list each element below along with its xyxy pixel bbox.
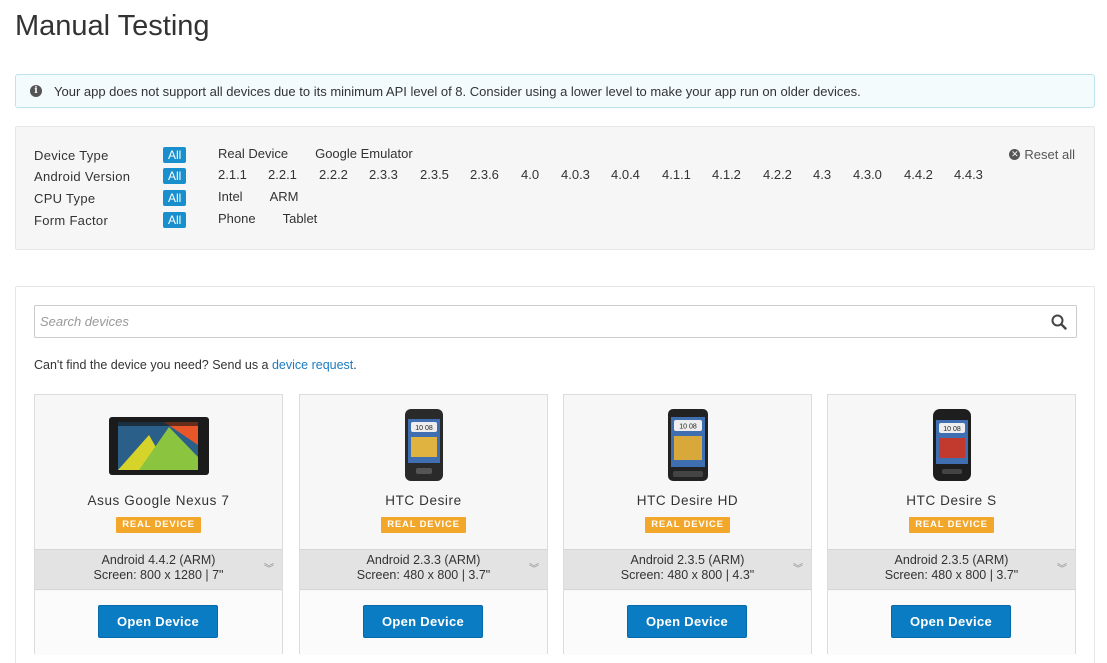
real-device-badge: REAL DEVICE [381,517,466,533]
filter-row-android-version: Android Version All [34,166,187,186]
reset-all-label: Reset all [1024,147,1075,162]
chevron-double-down-icon: ︾ [529,564,539,575]
filter-label: Form Factor [34,212,109,228]
filter-option-tablet[interactable]: Tablet [283,211,318,226]
svg-text:10 08: 10 08 [943,426,961,433]
device-image: 10 08 [300,409,547,481]
svg-text:10 08: 10 08 [679,424,697,431]
filter-row-device-type: Device Type All [34,145,187,165]
filter-option-version[interactable]: 4.1.1 [662,167,691,182]
open-device-button[interactable]: Open Device [891,605,1011,638]
device-spec[interactable]: Android 4.4.2 (ARM) Screen: 800 x 1280 |… [35,549,282,590]
device-image: 10 08 [564,409,811,481]
filter-all-device-type[interactable]: All [163,147,187,163]
filter-option-version[interactable]: 4.0.3 [561,167,590,182]
filter-label: Device Type [34,147,109,163]
filter-option-version[interactable]: 2.1.1 [218,167,247,182]
real-device-badge: REAL DEVICE [645,517,730,533]
device-card: Asus Google Nexus 7 REAL DEVICE Android … [34,394,283,655]
filter-option-version[interactable]: 4.2.2 [763,167,792,182]
filter-option-phone[interactable]: Phone [218,211,256,226]
search-box [34,305,1077,338]
filter-option-intel[interactable]: Intel [218,189,243,204]
open-device-button[interactable]: Open Device [98,605,218,638]
filter-option-real-device[interactable]: Real Device [218,146,288,161]
device-image: 10 08 [828,409,1075,481]
device-type-options: Real Device Google Emulator [218,146,413,161]
cpu-type-options: Intel ARM [218,189,298,204]
filter-label: Android Version [34,168,131,184]
chevron-double-down-icon: ︾ [793,564,803,575]
filter-option-version[interactable]: 2.2.1 [268,167,297,182]
filter-all-android-version[interactable]: All [163,168,187,184]
filter-option-version[interactable]: 4.4.3 [954,167,983,182]
filter-all-form-factor[interactable]: All [163,212,187,228]
open-device-button[interactable]: Open Device [627,605,747,638]
device-footer: Open Device [300,591,547,655]
device-footer: Open Device [828,591,1075,655]
device-request-line: Can't find the device you need? Send us … [34,358,357,372]
request-prefix: Can't find the device you need? Send us … [34,358,272,372]
chevron-double-down-icon: ︾ [1057,564,1067,575]
filter-row-form-factor: Form Factor All [34,210,187,230]
device-screen: Screen: 480 x 800 | 3.7" [884,568,1019,582]
device-os: Android 4.4.2 (ARM) [101,553,216,567]
device-screen: Screen: 800 x 1280 | 7" [93,568,224,582]
device-os: Android 2.3.3 (ARM) [366,553,481,567]
reset-all-button[interactable]: ✕ Reset all [1009,147,1075,162]
device-footer: Open Device [35,591,282,655]
device-name: Asus Google Nexus 7 [87,493,230,508]
svg-text:10 08: 10 08 [415,425,433,432]
search-input[interactable] [35,306,1042,337]
filter-option-version[interactable]: 4.4.2 [904,167,933,182]
alert-text: Your app does not support all devices du… [54,83,861,99]
filter-option-version[interactable]: 2.3.5 [420,167,449,182]
device-spec[interactable]: Android 2.3.5 (ARM) Screen: 480 x 800 | … [828,549,1075,590]
device-name: HTC Desire S [906,493,997,508]
filter-option-arm[interactable]: ARM [270,189,299,204]
device-spec[interactable]: Android 2.3.5 (ARM) Screen: 480 x 800 | … [564,549,811,590]
devices-panel: Can't find the device you need? Send us … [15,286,1095,663]
device-screen: Screen: 480 x 800 | 4.3" [620,568,755,582]
device-spec[interactable]: Android 2.3.3 (ARM) Screen: 480 x 800 | … [300,549,547,590]
filter-option-version[interactable]: 4.3.0 [853,167,882,182]
open-device-button[interactable]: Open Device [363,605,483,638]
filter-option-version[interactable]: 4.1.2 [712,167,741,182]
device-image [35,409,282,481]
close-circle-icon: ✕ [1009,149,1021,160]
device-screen: Screen: 480 x 800 | 3.7" [356,568,491,582]
filter-option-version[interactable]: 4.3 [813,167,831,182]
real-device-badge: REAL DEVICE [116,517,201,533]
page-title: Manual Testing [15,10,210,42]
filter-option-version[interactable]: 2.2.2 [319,167,348,182]
device-footer: Open Device [564,591,811,655]
device-request-link[interactable]: device request [272,358,353,372]
filter-panel: Device Type All Real Device Google Emula… [15,126,1095,250]
search-icon[interactable] [1042,306,1076,337]
real-device-badge: REAL DEVICE [909,517,994,533]
device-name: HTC Desire [385,493,462,508]
filter-option-google-emulator[interactable]: Google Emulator [315,146,413,161]
device-card: 10 08 HTC Desire REAL DEVICE Android 2.3… [299,394,548,655]
chevron-double-down-icon: ︾ [264,564,274,575]
filter-option-version[interactable]: 2.3.6 [470,167,499,182]
device-card: 10 08 HTC Desire S REAL DEVICE Android 2… [827,394,1076,655]
filter-option-version[interactable]: 2.3.3 [369,167,398,182]
api-level-alert: i Your app does not support all devices … [15,74,1095,108]
filter-row-cpu-type: CPU Type All [34,188,187,208]
device-card: 10 08 HTC Desire HD REAL DEVICE Android … [563,394,812,655]
request-suffix: . [353,358,357,372]
form-factor-options: Phone Tablet [218,211,317,226]
filter-option-version[interactable]: 4.0.4 [611,167,640,182]
device-os: Android 2.3.5 (ARM) [894,553,1009,567]
filter-option-version[interactable]: 4.0 [521,167,539,182]
device-os: Android 2.3.5 (ARM) [630,553,745,567]
filter-label: CPU Type [34,190,96,206]
info-icon: i [30,85,42,97]
filter-all-cpu-type[interactable]: All [163,190,187,206]
device-name: HTC Desire HD [636,493,739,508]
